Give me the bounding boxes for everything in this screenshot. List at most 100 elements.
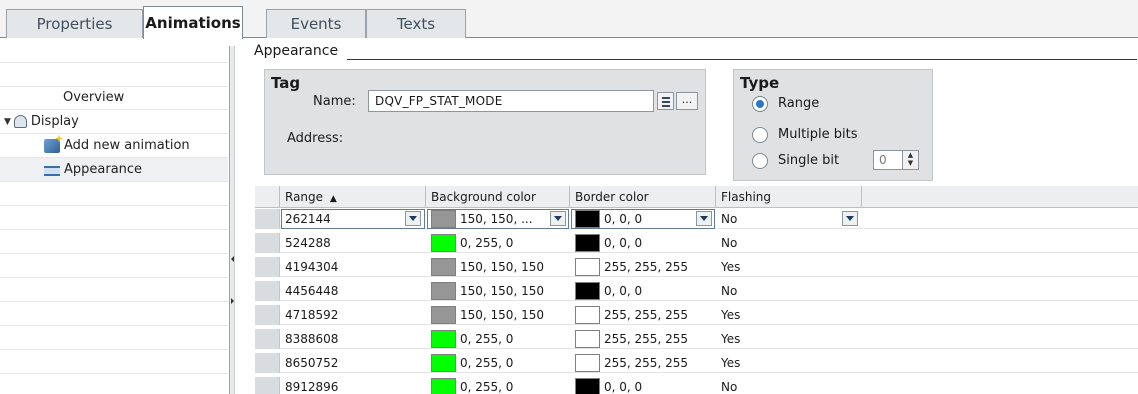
cell-border-color[interactable]: 255, 255, 255 <box>570 329 716 349</box>
background-dropdown-icon[interactable] <box>550 211 566 226</box>
range-value: 8388608 <box>285 332 339 346</box>
column-header-flashing[interactable]: Flashing <box>716 186 862 208</box>
tag-name-field[interactable]: DQV_FP_STAT_MODE <box>368 90 654 112</box>
animation-tree: Overview ▼ Display Add new animation App… <box>0 39 228 394</box>
column-header-background-color[interactable]: Background color <box>426 186 570 208</box>
row-selector[interactable] <box>255 281 280 301</box>
border-dropdown-icon[interactable] <box>696 211 712 226</box>
table-row[interactable]: 4194304 150, 150, 150 255, 255, 255 Yes <box>255 257 1138 277</box>
appearance-icon <box>44 165 60 176</box>
cell-background-color[interactable]: 150, 150, 150 <box>426 257 570 277</box>
cell-background-color[interactable]: 0, 255, 0 <box>426 233 570 253</box>
cell-flashing[interactable]: No <box>716 377 862 394</box>
cell-border-color[interactable]: 0, 0, 0 <box>570 281 716 301</box>
range-dropdown-icon[interactable] <box>405 211 421 226</box>
cell-range[interactable]: 4456448 <box>280 281 426 301</box>
tab-bar: Properties Animations Events Texts <box>0 0 1138 39</box>
tree-item-appearance[interactable]: Appearance <box>0 158 228 182</box>
border-color-value: 255, 255, 255 <box>604 332 688 346</box>
radio-range[interactable] <box>752 96 768 112</box>
tab-texts[interactable]: Texts <box>366 9 466 38</box>
tree-item-add-new-animation[interactable]: Add new animation <box>0 134 228 158</box>
cell-border-color[interactable]: 0, 0, 0 <box>570 209 716 229</box>
row-selector[interactable] <box>255 353 280 373</box>
panel-splitter[interactable] <box>229 46 235 394</box>
header-corner <box>255 186 280 208</box>
add-animation-icon <box>44 138 60 153</box>
spinner-arrows-icon[interactable]: ▲ ▼ <box>902 151 918 169</box>
expand-right-icon[interactable] <box>231 298 234 304</box>
row-selector[interactable] <box>255 233 280 253</box>
tree-item-display[interactable]: ▼ Display <box>0 110 228 134</box>
cell-flashing[interactable]: No <box>716 233 862 253</box>
tree-blank-row <box>0 63 228 87</box>
cell-background-color[interactable]: 0, 255, 0 <box>426 377 570 394</box>
cell-background-color[interactable]: 150, 150, 150 <box>426 305 570 325</box>
cell-border-color[interactable]: 255, 255, 255 <box>570 305 716 325</box>
table-row[interactable]: 524288 0, 255, 0 0, 0, 0 No <box>255 233 1138 253</box>
cell-background-color[interactable]: 150, 150, ... <box>426 209 570 229</box>
cell-range[interactable]: 4718592 <box>280 305 426 325</box>
tab-animations[interactable]: Animations <box>143 6 243 39</box>
table-row[interactable]: 8650752 0, 255, 0 255, 255, 255 Yes <box>255 353 1138 373</box>
row-selector[interactable] <box>255 377 280 394</box>
column-header-range[interactable]: Range ▲ <box>280 186 426 208</box>
row-selector[interactable] <box>255 257 280 277</box>
tag-header: Tag <box>271 74 301 92</box>
table-header: Range ▲ Background color Border color Fl… <box>255 186 1138 208</box>
cell-flashing[interactable]: No <box>716 281 862 301</box>
border-color-swatch <box>575 234 600 252</box>
cell-background-color[interactable]: 0, 255, 0 <box>426 353 570 373</box>
background-color-swatch <box>431 234 456 252</box>
range-value: 4718592 <box>285 308 339 322</box>
cell-background-color[interactable]: 0, 255, 0 <box>426 329 570 349</box>
tag-browse-button[interactable]: ... <box>676 92 698 110</box>
cell-background-color[interactable]: 150, 150, 150 <box>426 281 570 301</box>
background-color-value: 0, 255, 0 <box>460 380 514 394</box>
cell-range[interactable]: 8388608 <box>280 329 426 349</box>
cell-range[interactable]: 524288 <box>280 233 426 253</box>
cell-border-color[interactable]: 255, 255, 255 <box>570 257 716 277</box>
flashing-dropdown-icon[interactable] <box>842 211 858 226</box>
row-selector[interactable] <box>255 209 280 229</box>
table-row[interactable]: 4718592 150, 150, 150 255, 255, 255 Yes <box>255 305 1138 325</box>
radio-label-multiple-bits: Multiple bits <box>778 127 858 142</box>
cell-flashing[interactable]: Yes <box>716 305 862 325</box>
cell-range[interactable]: 8912896 <box>280 377 426 394</box>
table-row[interactable]: 4456448 150, 150, 150 0, 0, 0 No <box>255 281 1138 301</box>
tab-events[interactable]: Events <box>266 9 366 38</box>
tree-label-add-new: Add new animation <box>64 138 190 153</box>
flashing-value: Yes <box>721 260 741 274</box>
cell-range[interactable]: 8650752 <box>280 353 426 373</box>
cell-flashing[interactable]: Yes <box>716 257 862 277</box>
expand-triangle-icon[interactable]: ▼ <box>4 117 11 127</box>
tree-item-overview[interactable]: Overview <box>0 86 228 110</box>
range-value: 8650752 <box>285 356 339 370</box>
column-header-border-color[interactable]: Border color <box>570 186 716 208</box>
collapse-left-icon[interactable] <box>231 256 234 262</box>
cell-range[interactable]: 4194304 <box>280 257 426 277</box>
cell-flashing[interactable]: No <box>716 209 862 229</box>
background-color-swatch <box>431 378 456 394</box>
background-color-value: 150, 150, ... <box>460 212 533 226</box>
table-row[interactable]: 8912896 0, 255, 0 0, 0, 0 No <box>255 377 1138 394</box>
appearance-group-title: Appearance <box>254 43 339 59</box>
single-bit-spinner[interactable]: 0 ▲ ▼ <box>873 150 919 170</box>
border-color-value: 0, 0, 0 <box>604 284 643 298</box>
range-value: 8912896 <box>285 380 339 394</box>
cell-flashing[interactable]: Yes <box>716 329 862 349</box>
cell-border-color[interactable]: 0, 0, 0 <box>570 377 716 394</box>
radio-single-bit[interactable] <box>752 153 768 169</box>
row-selector[interactable] <box>255 305 280 325</box>
tab-properties[interactable]: Properties <box>6 9 143 38</box>
table-row[interactable]: 262144 150, 150, ... 0, 0, 0 No <box>255 209 1138 229</box>
cell-border-color[interactable]: 0, 0, 0 <box>570 233 716 253</box>
border-color-value: 0, 0, 0 <box>604 236 643 250</box>
radio-multiple-bits[interactable] <box>752 127 768 143</box>
tag-list-button[interactable] <box>657 92 674 110</box>
table-row[interactable]: 8388608 0, 255, 0 255, 255, 255 Yes <box>255 329 1138 349</box>
tree-blank-row <box>0 39 228 63</box>
row-selector[interactable] <box>255 329 280 349</box>
cell-border-color[interactable]: 255, 255, 255 <box>570 353 716 373</box>
cell-flashing[interactable]: Yes <box>716 353 862 373</box>
